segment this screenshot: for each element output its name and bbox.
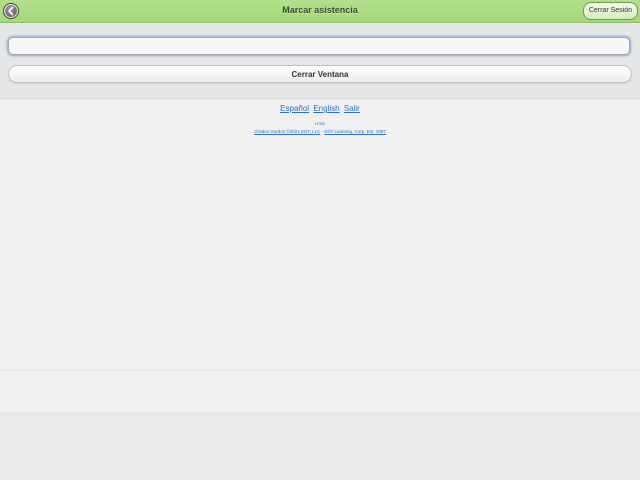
exit-link[interactable]: Salir bbox=[344, 104, 360, 113]
page-title: Marcar asistencia bbox=[282, 5, 358, 15]
attendance-input[interactable] bbox=[8, 37, 630, 55]
copyright-link-company[interactable]: Grades Gordon ©2021 EDT, LLC bbox=[254, 129, 320, 134]
copyright-link-learning[interactable]: EDT Learning, Corp. Est. 1997 bbox=[324, 129, 385, 134]
language-link-english[interactable]: English bbox=[313, 104, 339, 113]
copyright-line: Grades Gordon ©2021 EDT, LLC - EDT Learn… bbox=[0, 129, 640, 134]
language-links: Español English Salir bbox=[0, 104, 640, 113]
footer-divider bbox=[0, 370, 640, 371]
close-window-button[interactable]: Cerrar Ventana bbox=[8, 65, 632, 83]
version-text: LPHE bbox=[314, 121, 326, 126]
form-band bbox=[0, 23, 640, 99]
page: Marcar asistencia Cerrar Sesión Cerrar V… bbox=[0, 0, 640, 412]
language-link-espanol[interactable]: Español bbox=[280, 104, 309, 113]
header-bar: Marcar asistencia Cerrar Sesión bbox=[0, 0, 640, 23]
logout-button[interactable]: Cerrar Sesión bbox=[582, 2, 638, 20]
